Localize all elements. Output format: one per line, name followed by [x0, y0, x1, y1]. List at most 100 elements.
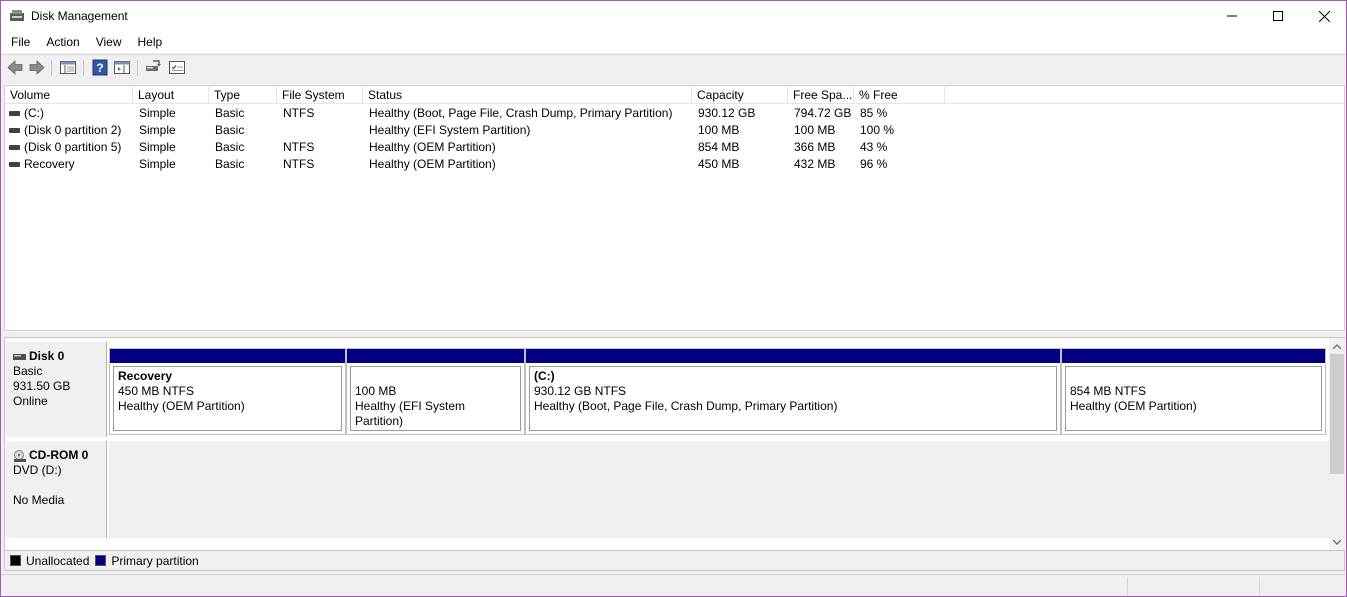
partition-title — [1070, 369, 1317, 384]
connect-disk-icon[interactable] — [144, 59, 162, 76]
volume-layout: Simple — [139, 140, 176, 154]
menu-file[interactable]: File — [3, 31, 38, 53]
disk-0-label[interactable]: Disk 0 Basic 931.50 GB Online — [6, 342, 107, 437]
volume-percent-free: 100 % — [860, 123, 895, 137]
close-icon — [1318, 10, 1330, 22]
legend-swatch — [95, 555, 107, 566]
volume-percent-free: 43 % — [860, 140, 888, 154]
volume-free-space: 100 MB — [794, 123, 836, 137]
minimize-icon — [1227, 15, 1237, 17]
back-icon[interactable] — [6, 59, 24, 76]
partition-status: Healthy (OEM Partition) — [1070, 399, 1197, 413]
volume-list-header: Volume Layout Type File System Status Ca… — [5, 86, 1344, 104]
volume-type: Basic — [215, 123, 245, 137]
volume-status: Healthy (OEM Partition) — [369, 140, 496, 154]
partition-size: 930.12 GB NTFS — [534, 384, 627, 398]
volume-icon — [9, 111, 20, 116]
minimize-button[interactable] — [1209, 1, 1255, 31]
forward-icon[interactable] — [28, 59, 46, 76]
partition-status: Healthy (Boot, Page File, Crash Dump, Pr… — [534, 399, 838, 413]
maximize-button[interactable] — [1255, 1, 1301, 31]
partition-size: 450 MB NTFS — [118, 384, 195, 398]
menu-action[interactable]: Action — [38, 31, 87, 53]
partition-details: Recovery 450 MB NTFS Healthy (OEM Partit… — [113, 366, 342, 431]
volume-icon — [9, 128, 20, 133]
menu-help[interactable]: Help — [130, 31, 171, 53]
close-button[interactable] — [1301, 1, 1346, 31]
volume-layout: Simple — [139, 157, 176, 171]
volume-row[interactable]: (Disk 0 partition 5) Simple Basic NTFS H… — [5, 139, 1344, 156]
chevron-up-icon — [1333, 343, 1341, 349]
partition-c-drive[interactable]: (C:) 930.12 GB NTFS Healthy (Boot, Page … — [525, 348, 1061, 435]
partition-oem[interactable]: 854 MB NTFS Healthy (OEM Partition) — [1061, 348, 1326, 435]
help-icon[interactable]: ? — [91, 59, 109, 76]
partition-size: 854 MB NTFS — [1070, 384, 1147, 398]
graphical-view-scrollbar[interactable] — [1329, 338, 1345, 550]
partition-title — [355, 369, 516, 384]
column-header-percent-free[interactable]: % Free — [854, 86, 945, 104]
column-header-type[interactable]: Type — [209, 86, 277, 104]
column-header-status[interactable]: Status — [363, 86, 692, 104]
scrollbar-thumb[interactable] — [1330, 354, 1344, 474]
cdrom-0-type: DVD (D:) — [13, 463, 62, 477]
volume-name: (Disk 0 partition 5) — [24, 140, 122, 154]
maximize-icon — [1273, 11, 1283, 21]
primary-partition-bar — [347, 349, 524, 363]
partition-title: Recovery — [118, 369, 173, 383]
svg-text:?: ? — [96, 61, 103, 75]
volume-name: (Disk 0 partition 2) — [24, 123, 122, 137]
legend-item-primary-partition: Primary partition — [95, 554, 199, 568]
volume-percent-free: 85 % — [860, 106, 888, 120]
column-header-layout[interactable]: Layout — [133, 86, 209, 104]
disk-management-icon — [10, 10, 24, 21]
volume-row[interactable]: Recovery Simple Basic NTFS Healthy (OEM … — [5, 156, 1344, 173]
volume-list: Volume Layout Type File System Status Ca… — [4, 85, 1345, 331]
title-bar: Disk Management — [1, 1, 1346, 31]
column-header-volume[interactable]: Volume — [5, 86, 133, 104]
cdrom-0-area — [109, 441, 1329, 538]
partition-title: (C:) — [534, 369, 555, 383]
volume-row[interactable]: (C:) Simple Basic NTFS Healthy (Boot, Pa… — [5, 105, 1344, 122]
cdrom-0-label[interactable]: CD-ROM 0 DVD (D:) No Media — [6, 441, 107, 538]
primary-partition-bar — [1062, 349, 1325, 363]
volume-type: Basic — [215, 140, 245, 154]
volume-type: Basic — [215, 106, 245, 120]
volume-file-system: NTFS — [283, 106, 315, 120]
volume-icon — [9, 145, 20, 150]
menu-view[interactable]: View — [88, 31, 130, 53]
properties-icon[interactable] — [168, 59, 186, 76]
disk-0-name: Disk 0 — [29, 349, 65, 363]
volume-status: Healthy (Boot, Page File, Crash Dump, Pr… — [369, 106, 673, 120]
volume-row[interactable]: (Disk 0 partition 2) Simple Basic Health… — [5, 122, 1344, 139]
primary-partition-bar — [110, 349, 345, 363]
volume-name: (C:) — [24, 106, 44, 120]
disk-graphical-view: Disk 0 Basic 931.50 GB Online Recovery 4… — [4, 337, 1345, 551]
menu-bar: File Action View Help — [1, 31, 1346, 53]
toolbar: ? — [1, 54, 1346, 80]
disk-0-partitions: Recovery 450 MB NTFS Healthy (OEM Partit… — [109, 348, 1329, 435]
column-header-file-system[interactable]: File System — [277, 86, 363, 104]
toolbar-separator — [83, 60, 84, 76]
status-bar — [1, 574, 1346, 596]
show-hide-action-pane-icon[interactable] — [113, 59, 131, 76]
column-header-capacity[interactable]: Capacity — [692, 86, 788, 104]
partition-efi[interactable]: 100 MB Healthy (EFI System Partition) — [346, 348, 525, 435]
scroll-up-button[interactable] — [1329, 338, 1345, 354]
volume-layout: Simple — [139, 123, 176, 137]
volume-capacity: 854 MB — [698, 140, 740, 154]
partition-size: 100 MB — [355, 384, 397, 398]
volume-percent-free: 96 % — [860, 157, 888, 171]
cdrom-0-name-row: CD-ROM 0 — [13, 448, 99, 463]
show-hide-tree-icon[interactable] — [59, 59, 77, 76]
partition-details: 854 MB NTFS Healthy (OEM Partition) — [1065, 366, 1322, 431]
disk-0-type: Basic — [13, 364, 43, 378]
volume-capacity: 450 MB — [698, 157, 740, 171]
scroll-down-button[interactable] — [1329, 534, 1345, 550]
column-header-free-space[interactable]: Free Spa... — [788, 86, 854, 104]
partition-details: 100 MB Healthy (EFI System Partition) — [350, 366, 521, 431]
legend-label: Unallocated — [26, 553, 90, 568]
primary-partition-bar — [526, 349, 1060, 363]
volume-free-space: 432 MB — [794, 157, 836, 171]
legend-item-unallocated: Unallocated — [10, 554, 89, 568]
partition-recovery[interactable]: Recovery 450 MB NTFS Healthy (OEM Partit… — [109, 348, 346, 435]
